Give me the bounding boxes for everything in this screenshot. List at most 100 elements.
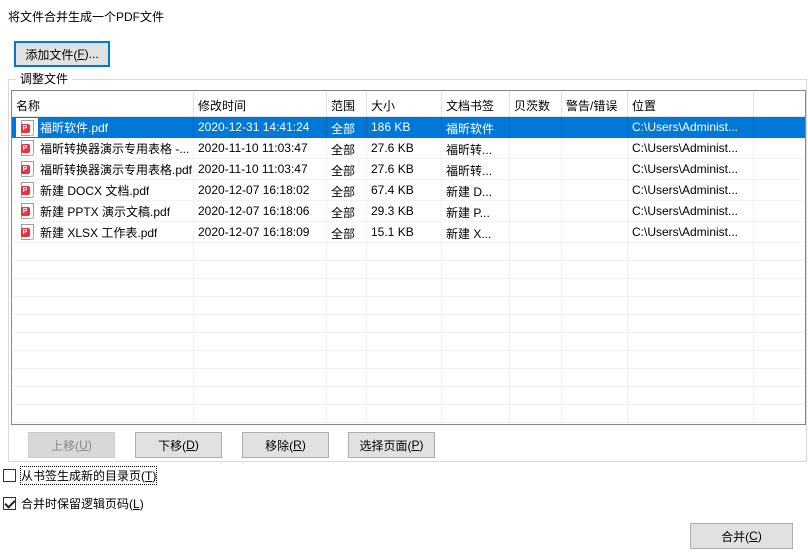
- cell-size: 29.3 KB: [367, 201, 442, 221]
- cell-blank: [754, 117, 805, 138]
- cell-bookmark: 新建 P...: [442, 201, 510, 221]
- grid-line: [366, 243, 367, 424]
- table-row[interactable]: P 新建 DOCX 文档.pdf 2020-12-07 16:18:02 全部 67.4…: [12, 180, 805, 201]
- cell-location: C:\Users\Administ...: [628, 138, 754, 158]
- button-mnemonic: R: [293, 438, 302, 452]
- cell-bookmark: 新建 X...: [442, 222, 510, 242]
- checkbox-label-text: 从书签生成新的目录页(: [21, 469, 145, 483]
- add-files-button[interactable]: 添加文件(F)...: [14, 41, 110, 67]
- button-mnemonic: U: [79, 438, 88, 452]
- cell-modified: 2020-11-10 11:03:47: [194, 138, 327, 158]
- cell-warnings: [562, 159, 628, 179]
- checkbox-label-text: ): [139, 497, 144, 511]
- cell-size: 186 KB: [367, 117, 442, 138]
- cell-name: P 福昕软件.pdf: [12, 117, 194, 138]
- cell-modified: 2020-12-07 16:18:02: [194, 180, 327, 200]
- cell-name: P 福昕转换器演示专用表格.pdf: [12, 159, 194, 179]
- table-body: P 福昕软件.pdf 2020-12-31 14:41:24 全部 186 KB 福昕软件…: [12, 117, 805, 243]
- pdf-file-icon: P: [16, 180, 38, 200]
- checkbox-label-text: 合并时保留逻辑页码(: [21, 497, 133, 511]
- file-name-text: 新建 PPTX 演示文稿.pdf: [40, 204, 171, 219]
- column-header-name[interactable]: 名称: [12, 91, 194, 116]
- cell-blank: [754, 201, 805, 221]
- table-row[interactable]: P 福昕软件.pdf 2020-12-31 14:41:24 全部 186 KB 福昕软件…: [12, 117, 805, 138]
- pdf-file-icon: P: [16, 118, 38, 137]
- table-row[interactable]: P 新建 XLSX 工作表.pdf 2020-12-07 16:18:09 全部 15.…: [12, 222, 805, 243]
- logical-pages-checkbox[interactable]: [3, 497, 16, 510]
- file-name-text: 福昕转换器演示专用表格.pdf: [40, 162, 193, 177]
- column-header-size[interactable]: 大小: [367, 91, 442, 116]
- cell-location: C:\Users\Administ...: [628, 117, 754, 138]
- pdf-file-icon: P: [16, 159, 38, 179]
- table-empty-area: [12, 243, 805, 424]
- button-label: ): [87, 438, 92, 452]
- logical-pages-checkbox-label[interactable]: 合并时保留逻辑页码(L): [21, 495, 144, 512]
- cell-size: 27.6 KB: [367, 138, 442, 158]
- pdf-file-icon: P: [16, 201, 38, 221]
- column-header-bookmark[interactable]: 文档书签: [442, 91, 510, 116]
- cell-size: 15.1 KB: [367, 222, 442, 242]
- button-label: ): [419, 438, 424, 452]
- cell-name: P 新建 DOCX 文档.pdf: [12, 180, 194, 200]
- button-mnemonic: C: [749, 529, 758, 543]
- remove-button[interactable]: 移除(R): [242, 432, 329, 458]
- cell-bates: [510, 201, 562, 221]
- cell-modified: 2020-11-10 11:03:47: [194, 159, 327, 179]
- column-header-location[interactable]: 位置: [628, 91, 754, 116]
- button-label: )...: [84, 47, 99, 61]
- table-row[interactable]: P 福昕转换器演示专用表格 -... 2020-11-10 11:03:47 全部 27…: [12, 138, 805, 159]
- move-up-button[interactable]: 上移(U): [28, 432, 115, 458]
- toc-checkbox-label[interactable]: 从书签生成新的目录页(T): [19, 466, 158, 485]
- cell-warnings: [562, 117, 628, 138]
- table-row[interactable]: P 福昕转换器演示专用表格.pdf 2020-11-10 11:03:47 全部 27.…: [12, 159, 805, 180]
- cell-warnings: [562, 222, 628, 242]
- logical-pages-checkbox-row: 合并时保留逻辑页码(L): [3, 495, 144, 512]
- move-down-button[interactable]: 下移(D): [135, 432, 222, 458]
- cell-bates: [510, 180, 562, 200]
- column-header-blank[interactable]: [754, 91, 805, 116]
- cell-bates: [510, 159, 562, 179]
- grid-line: [326, 243, 327, 424]
- button-label: 上移(: [51, 438, 80, 453]
- select-pages-button[interactable]: 选择页面(P): [348, 432, 435, 458]
- file-name-text: 新建 XLSX 工作表.pdf: [40, 225, 158, 240]
- cell-warnings: [562, 201, 628, 221]
- cell-location: C:\Users\Administ...: [628, 159, 754, 179]
- merge-button[interactable]: 合并(C): [690, 523, 793, 549]
- cell-range: 全部: [327, 201, 367, 221]
- grid-line: [753, 243, 754, 424]
- table-row[interactable]: P 新建 PPTX 演示文稿.pdf 2020-12-07 16:18:06 全部 29…: [12, 201, 805, 222]
- button-label: ): [301, 438, 306, 452]
- toc-checkbox[interactable]: [3, 469, 16, 482]
- button-label: 合并(: [721, 529, 750, 544]
- pdf-file-icon: P: [16, 138, 38, 158]
- button-mnemonic: D: [186, 438, 195, 452]
- button-mnemonic: P: [411, 438, 420, 452]
- button-label: 下移(: [158, 438, 187, 453]
- column-header-range[interactable]: 范围: [327, 91, 367, 116]
- pdf-file-icon: P: [16, 222, 38, 242]
- cell-location: C:\Users\Administ...: [628, 222, 754, 242]
- checkbox-mnemonic: L: [133, 497, 140, 511]
- file-table: 名称 修改时间 范围 大小 文档书签 贝茨数 警告/错误 位置 P 福昕软件.pdf 2020-1…: [11, 90, 806, 425]
- cell-blank: [754, 180, 805, 200]
- cell-warnings: [562, 138, 628, 158]
- cell-blank: [754, 138, 805, 158]
- cell-bookmark: 福昕软件: [442, 117, 510, 138]
- column-header-modified[interactable]: 修改时间: [194, 91, 327, 116]
- column-header-bates[interactable]: 贝茨数: [510, 91, 562, 116]
- button-label: 移除(: [265, 438, 294, 453]
- button-label: 选择页面(: [359, 438, 412, 453]
- toc-checkbox-row: 从书签生成新的目录页(T): [3, 466, 158, 485]
- column-header-warnings[interactable]: 警告/错误: [562, 91, 628, 116]
- grid-line: [441, 243, 442, 424]
- button-label: ): [757, 529, 762, 543]
- grid-line: [509, 243, 510, 424]
- cell-bates: [510, 222, 562, 242]
- cell-blank: [754, 159, 805, 179]
- cell-location: C:\Users\Administ...: [628, 180, 754, 200]
- cell-range: 全部: [327, 180, 367, 200]
- cell-bates: [510, 117, 562, 138]
- button-mnemonic: F: [77, 47, 85, 61]
- file-name-text: 福昕软件.pdf: [40, 121, 109, 135]
